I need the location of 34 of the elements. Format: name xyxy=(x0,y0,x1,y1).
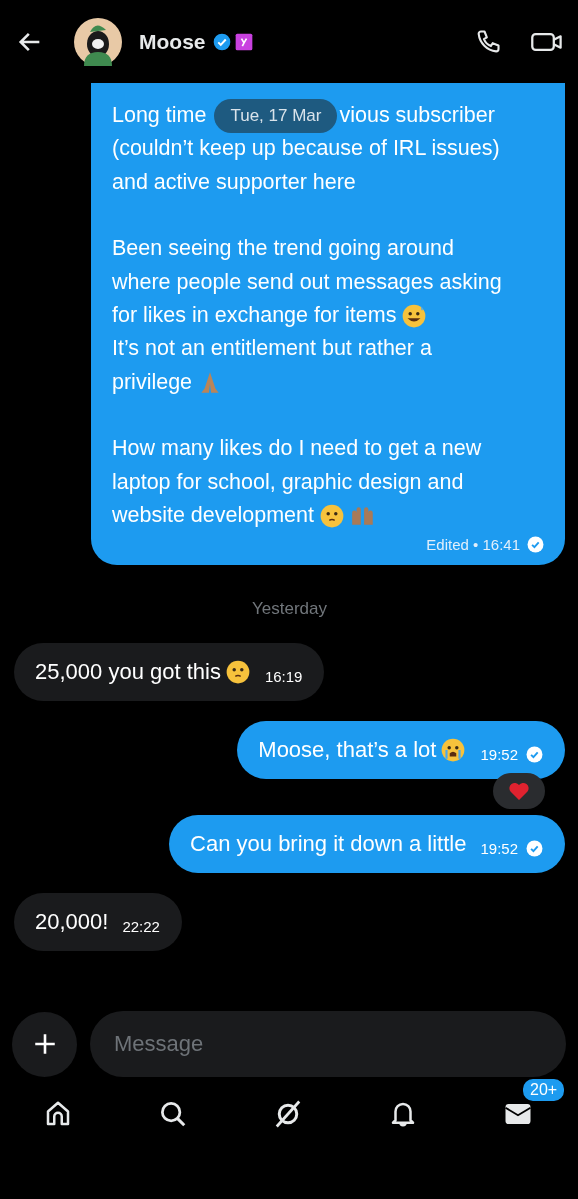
smiley-icon xyxy=(224,659,251,686)
day-separator: Yesterday xyxy=(251,599,328,620)
reaction-pill[interactable] xyxy=(493,773,545,810)
smiley-icon xyxy=(319,502,345,529)
search-icon[interactable] xyxy=(158,1099,188,1129)
message-time: 19:52 xyxy=(480,839,518,857)
message-time: Edited • 16:41 xyxy=(426,536,520,554)
message-text: 25,000 you got this xyxy=(35,659,221,686)
message-text: laptop for school, graphic design and xyxy=(112,468,464,496)
slashed-circle-icon[interactable] xyxy=(273,1099,303,1129)
notification-badge: 20+ xyxy=(521,1077,567,1103)
message-text: privilege xyxy=(112,368,193,396)
message-time: 22:22 xyxy=(122,917,160,935)
message-text: for likes in exchange for items xyxy=(112,301,397,329)
message-text: Moose, that’s a lot xyxy=(258,737,437,764)
message-text: and active supporter here xyxy=(112,168,356,196)
message-text: How many likes do I need to get a new xyxy=(112,435,482,463)
message-text: (couldn’t keep up because of IRL issues) xyxy=(112,135,500,163)
message-text: vious subscriber xyxy=(339,102,495,129)
smiley-icon xyxy=(440,737,467,764)
message-field[interactable]: Message xyxy=(90,1011,566,1077)
message-text: 20,000! xyxy=(35,909,109,936)
message-text: where people send out messages asking xyxy=(112,268,502,296)
message-text: website development xyxy=(112,501,314,529)
message-text: Can you bring it down a little xyxy=(190,831,467,858)
date-chip: Tue, 17 Mar xyxy=(214,98,338,133)
message-time: 16:19 xyxy=(264,667,303,685)
message-text: It’s not an entitlement but rather a xyxy=(112,335,432,363)
message-text: Been seeing the trend going around xyxy=(112,235,454,263)
message-text: Long time xyxy=(112,102,207,129)
smiley-icon xyxy=(401,302,428,329)
contact-name[interactable]: Moose xyxy=(139,29,206,54)
avatar[interactable] xyxy=(74,17,122,66)
message-time: 19:52 xyxy=(480,745,518,763)
